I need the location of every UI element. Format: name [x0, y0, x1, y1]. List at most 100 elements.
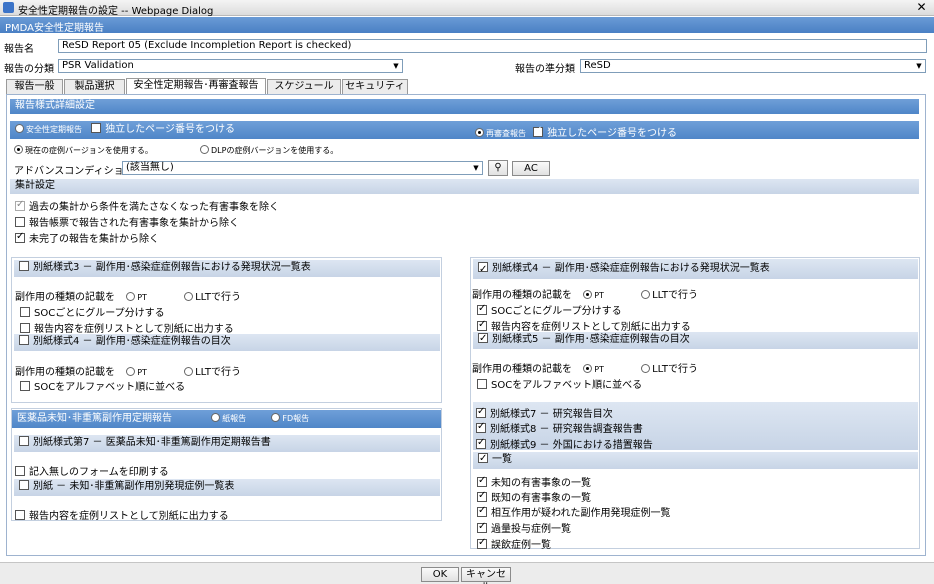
tab-safety-report[interactable]: 安全性定期報告･再審査報告 [126, 78, 266, 94]
reexam-report-label: 再審査報告 [486, 129, 526, 138]
current-version-radio[interactable] [14, 145, 23, 154]
form9-checkbox[interactable] [476, 437, 486, 449]
left-llt-radio[interactable] [184, 292, 194, 301]
exclude-form-label: 報告帳票で報告された有害事象を集計から除く [29, 218, 239, 229]
left-pt2-radio[interactable] [126, 367, 136, 376]
drug-report-header: 医薬品未知･非重篤副作用定期報告 紙報告 FD報告 [12, 410, 441, 428]
list-title: 一覧 [492, 454, 512, 465]
tab-general[interactable]: 報告一般 [6, 79, 63, 94]
dlp-version-label: DLPの症例バージョンを使用する。 [211, 146, 339, 155]
left-form3-header: 別紙様式3 － 副作用･感染症症例報告における発現状況一覧表 [14, 260, 440, 277]
tab-schedule[interactable]: スケジュール [267, 79, 341, 94]
tab-product[interactable]: 製品選択 [64, 79, 125, 94]
left-form4-checkbox[interactable] [19, 335, 29, 345]
app-icon [3, 2, 14, 13]
list-item: 相互作用が疑われた副作用発現症例一覧 [477, 504, 671, 519]
ok-button[interactable]: OK [421, 567, 459, 582]
right-group-soc-row: SOCごとにグループ分けする [477, 302, 622, 317]
current-version-option: 現在の症例バージョンを使用する。 [14, 145, 153, 156]
drug-report-title: 医薬品未知･非重篤副作用定期報告 [17, 413, 172, 424]
report-subclass-label: 報告の準分類 [515, 64, 575, 75]
form8-checkbox[interactable] [476, 421, 486, 433]
report-name-input[interactable]: ReSD Report 05 (Exclude Incompletion Rep… [58, 39, 927, 53]
report-class-select[interactable]: PSR Validation ▼ [58, 59, 403, 73]
left-llt2-radio[interactable] [184, 367, 194, 376]
left-pt-radio[interactable] [126, 292, 136, 301]
safety-report-label: 安全性定期報告 [26, 125, 82, 134]
search-button[interactable]: ⚲ [488, 160, 508, 176]
right-entry-row: 副作用の種類の記載を PT LLTで行う [472, 286, 698, 301]
left-group-soc-checkbox[interactable] [20, 307, 30, 317]
chevron-down-icon: ▼ [473, 164, 479, 172]
right-entry2-label: 副作用の種類の記載を [472, 364, 572, 375]
list-header: 一覧 [473, 451, 918, 469]
report-subclass-select[interactable]: ReSD ▼ [580, 59, 926, 73]
safety-report-radio[interactable] [15, 124, 24, 133]
left-appendix-checkbox[interactable] [19, 480, 29, 490]
right-llt2-radio[interactable] [641, 364, 651, 373]
right-pt-label: PT [594, 291, 604, 300]
list-item-label: 誤飲症例一覧 [491, 540, 551, 551]
left-form7-header: 別紙様式第7 － 医薬品未知･非重篤副作用定期報告書 [14, 435, 440, 452]
aggregate-item-3: 未完了の報告を集計から除く [15, 230, 159, 245]
separate-page-a-checkbox[interactable] [91, 123, 102, 133]
right-soc-alpha-checkbox[interactable] [477, 379, 487, 389]
left-pt2-label: PT [137, 368, 147, 377]
right-llt-radio[interactable] [641, 290, 651, 299]
left-form3-title: 別紙様式3 － 副作用･感染症症例報告における発現状況一覧表 [33, 262, 311, 273]
dlp-version-option: DLPの症例バージョンを使用する。 [200, 145, 338, 156]
paper-report-radio[interactable] [211, 413, 221, 422]
reexam-report-radio[interactable] [475, 128, 484, 137]
right-pt-radio[interactable] [583, 290, 593, 299]
left-entry-label: 副作用の種類の記載を [15, 292, 115, 303]
left-output-checkbox[interactable] [20, 323, 30, 333]
left-soc-alpha-checkbox[interactable] [20, 381, 30, 391]
report-subclass-value: ReSD [584, 60, 611, 71]
list-item-checkbox[interactable] [477, 490, 487, 502]
right-form5-checkbox[interactable] [478, 331, 488, 347]
paper-report-label: 紙報告 [222, 414, 247, 423]
list-item-checkbox[interactable] [477, 475, 487, 487]
list-item: 未知の有害事象の一覧 [477, 474, 591, 489]
ac-button[interactable]: AC [512, 161, 550, 176]
exclude-incomplete-label: 未完了の報告を集計から除く [29, 234, 159, 245]
right-group-soc-checkbox[interactable] [477, 303, 487, 315]
dlp-version-radio[interactable] [200, 145, 209, 154]
right-group-soc-label: SOCごとにグループ分けする [491, 306, 622, 317]
fd-report-radio[interactable] [271, 413, 281, 422]
left-form3-checkbox[interactable] [19, 261, 29, 271]
exclude-incomplete-checkbox[interactable] [15, 231, 25, 243]
right-form4-title: 別紙様式4 － 副作用･感染症症例報告における発現状況一覧表 [492, 263, 770, 274]
list-item: 誤飲症例一覧 [477, 536, 551, 551]
list-checkbox[interactable] [478, 451, 488, 467]
print-blank-checkbox[interactable] [15, 466, 25, 476]
form7-row: 別紙様式7 － 研究報告目次 [476, 405, 613, 420]
left-form7-checkbox[interactable] [19, 436, 29, 446]
exclude-form-checkbox[interactable] [15, 217, 25, 227]
list-item-checkbox[interactable] [477, 505, 487, 517]
separate-page-b-checkbox[interactable] [533, 125, 544, 137]
right-output-checkbox[interactable] [477, 319, 487, 331]
dialog-header-title: PMDA安全性定期報告 [5, 23, 105, 34]
right-form4-checkbox[interactable] [478, 260, 488, 279]
list-item-checkbox[interactable] [477, 521, 487, 533]
exclude-past-checkbox[interactable] [15, 199, 25, 211]
left-group-soc-label: SOCごとにグループ分けする [34, 308, 165, 319]
advanced-condition-select[interactable]: (該当無し) ▼ [122, 161, 483, 175]
right-pt2-label: PT [594, 365, 604, 374]
left-llt2-label: LLTで行う [195, 367, 241, 378]
separate-page-b-label: 独立したページ番号をつける [547, 128, 677, 139]
separate-page-a-label: 独立したページ番号をつける [105, 124, 235, 135]
right-pt2-radio[interactable] [583, 364, 593, 373]
left-output2-checkbox[interactable] [15, 510, 25, 520]
list-item-checkbox[interactable] [477, 537, 487, 549]
form7-checkbox[interactable] [476, 406, 486, 418]
close-icon[interactable]: ✕ [915, 0, 928, 14]
cancel-button[interactable]: キャンセル [461, 567, 511, 584]
left-entry-row: 副作用の種類の記載を PT LLTで行う [15, 288, 241, 303]
tab-security[interactable]: セキュリティ [342, 79, 408, 94]
right-form5-header: 別紙様式5 － 副作用･感染症症例報告の目次 [473, 331, 918, 349]
current-version-label: 現在の症例バージョンを使用する。 [25, 146, 153, 155]
report-class-label: 報告の分類 [4, 64, 54, 75]
aggregate-item-2: 報告帳票で報告された有害事象を集計から除く [15, 214, 239, 229]
